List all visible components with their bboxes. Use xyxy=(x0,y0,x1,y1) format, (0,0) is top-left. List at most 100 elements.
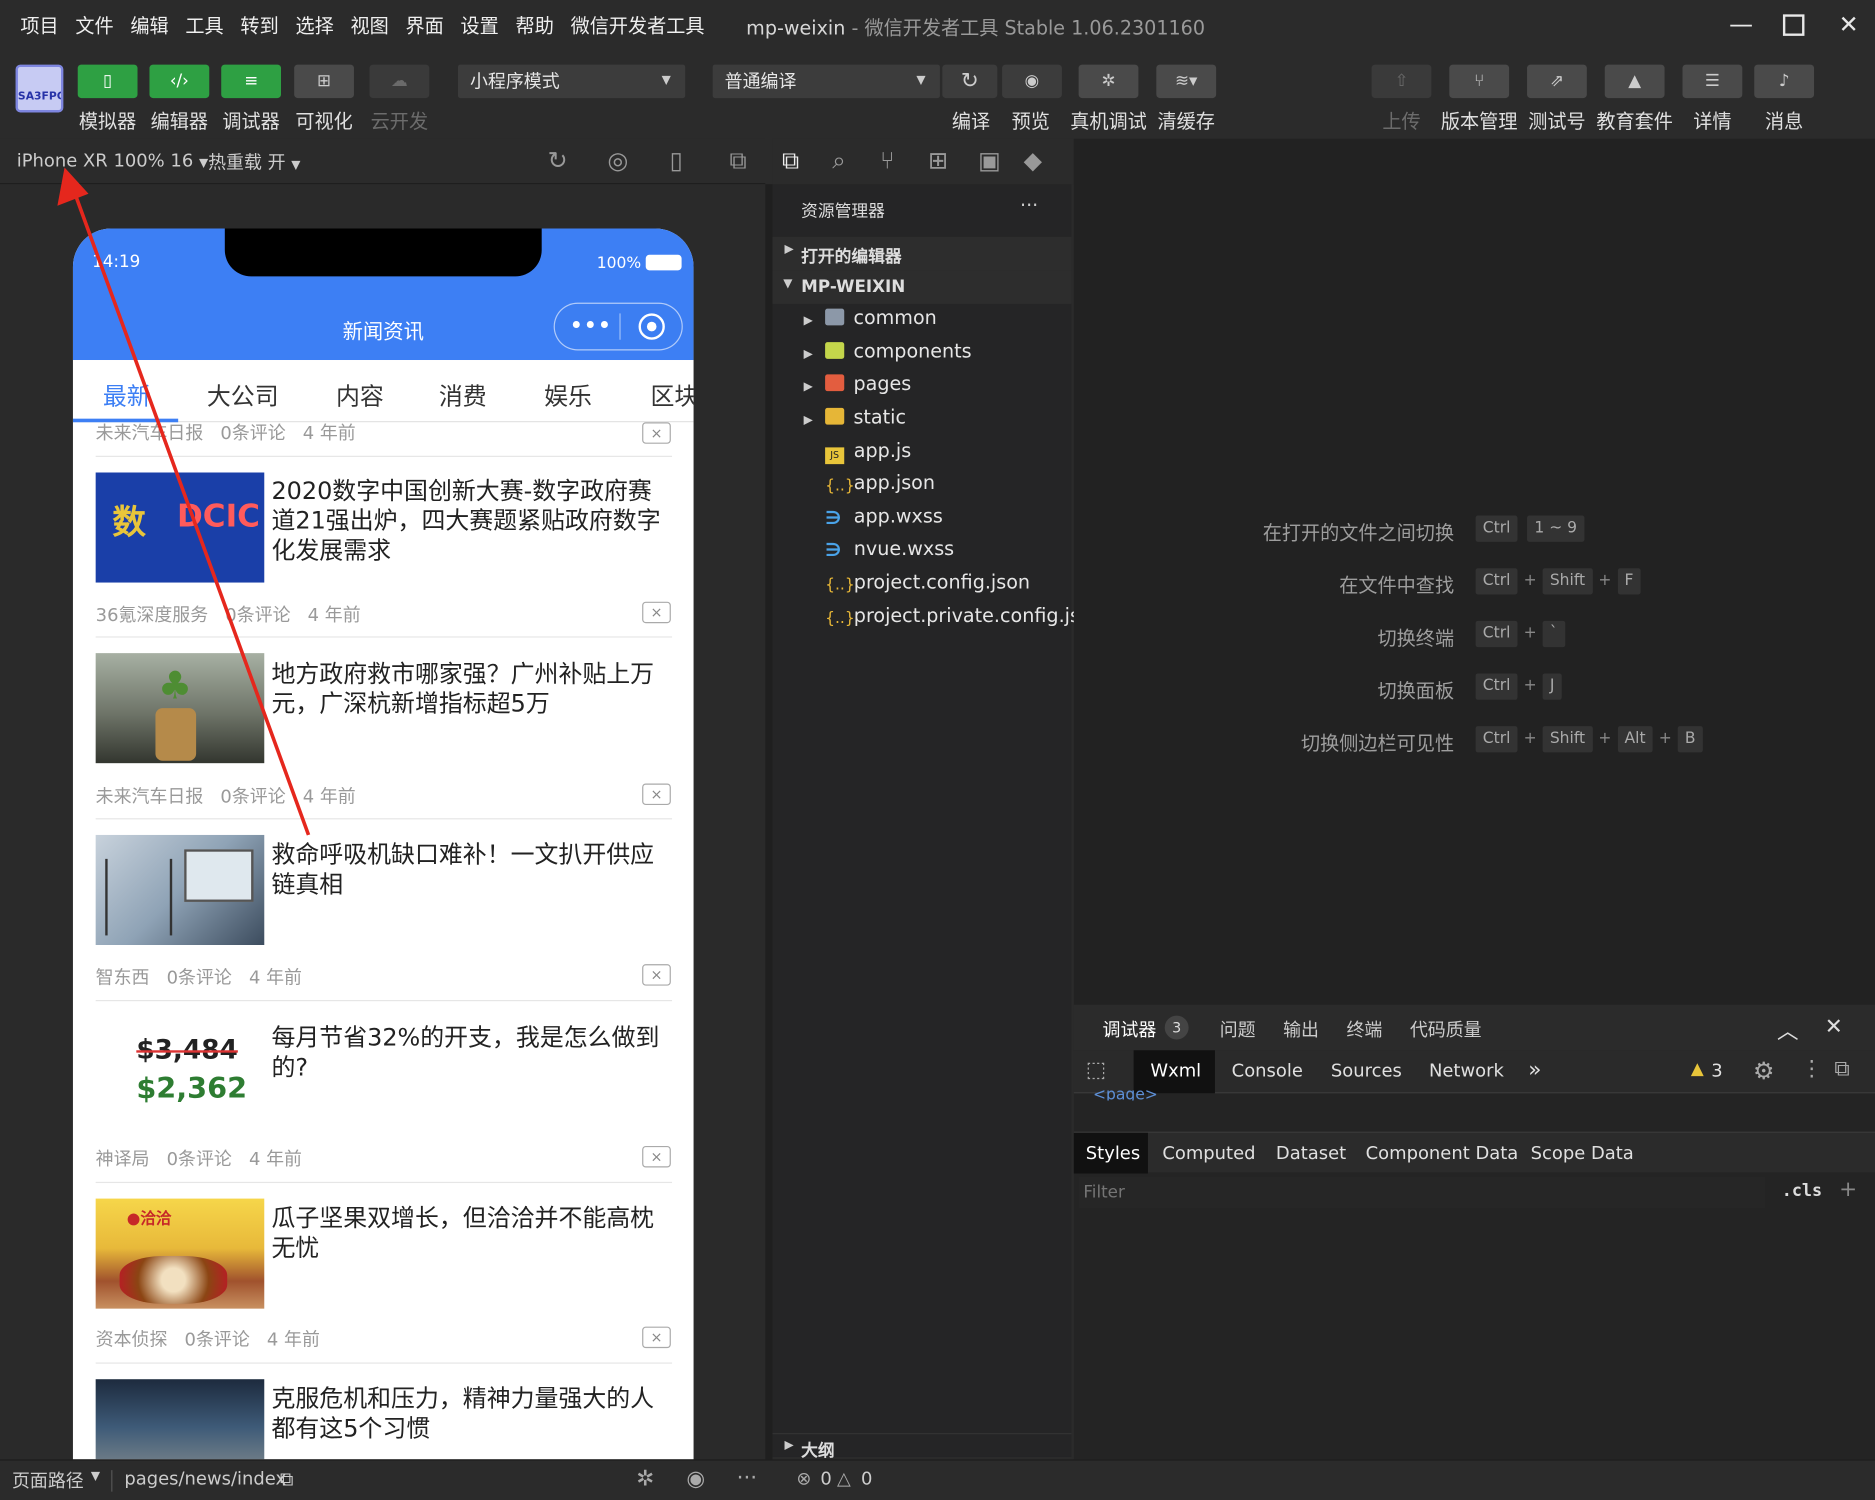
close-window-icon[interactable]: ✕ xyxy=(1830,7,1868,40)
tree-file[interactable]: ∋ nvue.wxss xyxy=(825,537,954,560)
tab-terminal[interactable]: 终端 xyxy=(1346,1017,1382,1042)
capsule-menu[interactable]: ••• xyxy=(553,302,683,351)
news-thumbnail[interactable]: ●洽洽 xyxy=(95,1198,265,1309)
device-select[interactable]: iPhone XR 100% 16 ▼ xyxy=(17,150,208,172)
tab-debugger[interactable]: 调试器 xyxy=(1103,1017,1157,1042)
news-title[interactable]: 地方政府救市哪家强？广州补贴上万元，广深杭新增指标超5万 xyxy=(271,659,672,719)
tree-file[interactable]: JS app.js xyxy=(825,439,911,465)
bug-icon[interactable]: ✲ xyxy=(636,1467,654,1492)
filter-input[interactable] xyxy=(1078,1177,1766,1209)
open-editors-row[interactable]: ▶ 打开的编辑器 xyxy=(772,236,1072,271)
menu-goto[interactable]: 转到 xyxy=(240,10,278,39)
menu-file[interactable]: 文件 xyxy=(75,10,113,39)
page-path-label[interactable]: 页面路径 xyxy=(12,1468,84,1493)
dock-icon[interactable]: ⧉ xyxy=(1834,1056,1849,1081)
minimize-icon[interactable]: — xyxy=(1722,7,1760,40)
debugger-button[interactable]: ≡ xyxy=(221,64,282,99)
tab-wxml[interactable]: Wxml xyxy=(1150,1060,1201,1082)
hot-reload-toggle[interactable]: 热重载 开 ▼ xyxy=(208,150,300,175)
tab-styles[interactable]: Styles xyxy=(1086,1142,1140,1164)
tab-code-quality[interactable]: 代码质量 xyxy=(1410,1017,1482,1042)
compile-select[interactable]: 普通编译 ▼ xyxy=(712,64,940,99)
messages-button[interactable]: ♪ xyxy=(1754,64,1815,99)
mode-select[interactable]: 小程序模式 ▼ xyxy=(457,64,686,99)
kebab-menu-icon[interactable]: ⋮ xyxy=(1801,1056,1823,1081)
news-thumbnail[interactable]: $3,484 $2,362 xyxy=(95,1016,265,1127)
news-thumbnail[interactable]: 数 DCIC xyxy=(95,472,265,583)
tab-latest[interactable]: 最新 xyxy=(103,377,151,412)
menu-ui[interactable]: 界面 xyxy=(406,10,444,39)
tab-network[interactable]: Network xyxy=(1429,1060,1504,1082)
menu-edit[interactable]: 编辑 xyxy=(130,10,168,39)
tree-folder-pages[interactable]: ▶ pages xyxy=(804,372,912,395)
news-thumbnail[interactable] xyxy=(95,834,265,945)
copy-icon[interactable]: ⧉ xyxy=(280,1468,294,1492)
dismiss-button[interactable]: × xyxy=(642,964,671,986)
windows-icon[interactable]: ⧉ xyxy=(729,146,746,175)
news-thumbnail[interactable] xyxy=(95,1379,265,1460)
menu-select[interactable]: 选择 xyxy=(295,10,333,39)
tab-entertainment[interactable]: 娱乐 xyxy=(544,377,592,412)
education-button[interactable]: ▲ xyxy=(1604,64,1665,99)
dismiss-button[interactable]: × xyxy=(642,783,671,806)
phone-icon[interactable]: ▯ xyxy=(670,146,683,175)
news-title[interactable]: 救命呼吸机缺口难补！一文扒开供应链真相 xyxy=(271,840,672,900)
inspect-cursor-icon[interactable]: ⬚ xyxy=(1086,1057,1106,1082)
rotate-icon[interactable]: ↻ xyxy=(548,146,568,175)
news-title[interactable]: 克服危机和压力，精神力量强大的人都有这5个习惯 xyxy=(271,1384,672,1444)
tab-consumer[interactable]: 消费 xyxy=(439,377,487,412)
editor-button[interactable]: ‹/› xyxy=(149,64,210,99)
tab-console[interactable]: Console xyxy=(1232,1060,1303,1082)
more-icon[interactable]: ··· xyxy=(737,1465,758,1490)
dismiss-button[interactable]: × xyxy=(642,601,671,624)
test-account-button[interactable]: ⇗ xyxy=(1527,64,1587,99)
gear-icon[interactable]: ⚙ xyxy=(1753,1056,1774,1085)
extensions-icon[interactable]: ⊞ xyxy=(928,146,948,175)
tree-folder-components[interactable]: ▶ components xyxy=(804,340,972,363)
compile-button[interactable]: ↻ xyxy=(942,64,998,99)
menu-tools[interactable]: 工具 xyxy=(185,10,223,39)
visual-button[interactable]: ⊞ xyxy=(294,64,354,99)
eye-icon[interactable]: ◉ xyxy=(686,1467,705,1492)
search-icon[interactable]: ⌕ xyxy=(832,146,845,175)
tree-folder-common[interactable]: ▶ common xyxy=(804,306,937,329)
tab-big-company[interactable]: 大公司 xyxy=(207,377,279,412)
source-control-icon[interactable]: ⑂ xyxy=(880,146,894,175)
tab-dataset[interactable]: Dataset xyxy=(1276,1142,1346,1164)
tab-scope-data[interactable]: Scope Data xyxy=(1531,1142,1634,1164)
tab-problems[interactable]: 问题 xyxy=(1220,1017,1256,1042)
upload-button[interactable]: ⇧ xyxy=(1371,64,1432,99)
outline-row[interactable]: ▶ 大纲 xyxy=(772,1433,1072,1461)
wxml-page-node[interactable]: <page> xyxy=(1093,1086,1158,1100)
stop-icon[interactable]: ◎ xyxy=(607,146,628,175)
news-title[interactable]: 2020数字中国创新大赛-数字政府赛道21强出炉，四大赛题紧贴政府数字化发展需求 xyxy=(271,476,672,566)
tree-file[interactable]: ∋ app.wxss xyxy=(825,505,943,528)
splitter[interactable] xyxy=(765,184,773,1460)
tab-sources[interactable]: Sources xyxy=(1331,1060,1402,1082)
dismiss-button[interactable]: × xyxy=(642,422,671,444)
cloud-button[interactable]: ☁ xyxy=(369,64,430,99)
more-tabs-icon[interactable]: » xyxy=(1528,1057,1541,1082)
remote-debug-button[interactable]: ✲ xyxy=(1078,64,1139,99)
warning-count[interactable]: 3 xyxy=(1711,1060,1722,1082)
more-icon[interactable]: ··· xyxy=(1020,194,1038,217)
tab-blockchain[interactable]: 区块 xyxy=(651,377,694,412)
tree-file[interactable]: {..}project.config.json xyxy=(825,571,1030,595)
tree-file[interactable]: {..}app.json xyxy=(825,471,935,495)
tab-content[interactable]: 内容 xyxy=(336,377,384,412)
clear-cache-button[interactable]: ≋▾ xyxy=(1156,64,1217,99)
more-dots-icon[interactable]: ••• xyxy=(569,311,611,340)
menu-settings[interactable]: 设置 xyxy=(461,10,499,39)
news-thumbnail[interactable]: ♣ xyxy=(95,653,265,764)
docker-icon[interactable]: ◆ xyxy=(1024,146,1042,175)
dismiss-button[interactable]: × xyxy=(642,1145,671,1168)
simulator-button[interactable]: ▯ xyxy=(77,64,138,99)
dismiss-button[interactable]: × xyxy=(642,1326,671,1349)
version-button[interactable]: ⑂ xyxy=(1449,64,1510,99)
close-circle-icon[interactable] xyxy=(638,313,665,340)
menu-project[interactable]: 项目 xyxy=(20,10,58,39)
menu-view[interactable]: 视图 xyxy=(350,10,388,39)
root-folder-row[interactable]: ▼ MP-WEIXIN xyxy=(772,270,1072,304)
add-rule-icon[interactable]: + xyxy=(1839,1177,1857,1202)
maximize-icon[interactable] xyxy=(1775,7,1813,40)
